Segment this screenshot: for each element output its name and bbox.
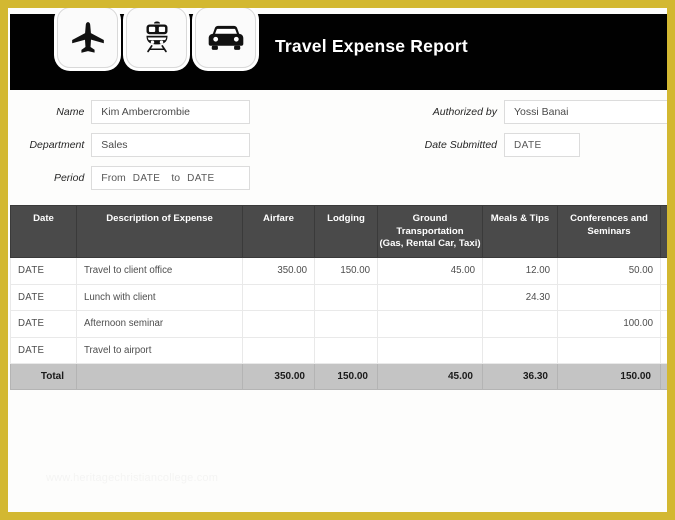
conferences-header-line-2: Seminars: [559, 226, 659, 239]
header-band: Travel Expense Report: [10, 14, 667, 90]
name-label: Name: [8, 106, 91, 118]
column-header-meals-tips: Meals & Tips: [483, 206, 558, 258]
total-tail: [661, 364, 668, 390]
cell-meals[interactable]: 12.00: [483, 258, 558, 285]
column-header-airfare: Airfare: [243, 206, 315, 258]
name-input[interactable]: Kim Ambercrombie: [91, 100, 250, 124]
ground-header-line-2: Transportation: [379, 226, 481, 239]
cell-airfare[interactable]: [243, 284, 315, 311]
cell-ground[interactable]: 45.00: [378, 258, 483, 285]
column-header-date: Date: [11, 206, 77, 258]
cell-airfare[interactable]: 350.00: [243, 258, 315, 285]
cell-date[interactable]: DATE: [11, 258, 77, 285]
cell-ground[interactable]: [378, 311, 483, 338]
total-airfare: 350.00: [243, 364, 315, 390]
cell-conferences[interactable]: [558, 284, 661, 311]
total-ground: 45.00: [378, 364, 483, 390]
column-header-ground-transportation: Ground Transportation (Gas, Rental Car, …: [378, 206, 483, 258]
authorized-by-label: Authorized by: [407, 106, 504, 118]
period-from-input[interactable]: DATE: [133, 173, 161, 184]
total-conferences: 150.00: [558, 364, 661, 390]
column-header-tail: [661, 206, 668, 258]
cell-tail[interactable]: [661, 337, 668, 364]
column-header-description: Description of Expense: [77, 206, 243, 258]
cell-description[interactable]: Travel to client office: [77, 258, 243, 285]
table-row[interactable]: DATE Travel to airport: [11, 337, 668, 364]
period-to-input[interactable]: DATE: [187, 173, 215, 184]
table-row[interactable]: DATE Travel to client office 350.00 150.…: [11, 258, 668, 285]
cell-conferences[interactable]: 50.00: [558, 258, 661, 285]
table-body: DATE Travel to client office 350.00 150.…: [11, 258, 668, 364]
airplane-icon-tile: [57, 8, 118, 68]
table-row[interactable]: DATE Lunch with client 24.30: [11, 284, 668, 311]
train-icon-tile: [126, 8, 187, 68]
cell-date[interactable]: DATE: [11, 337, 77, 364]
cell-conferences[interactable]: [558, 337, 661, 364]
cell-tail[interactable]: [661, 258, 668, 285]
cell-airfare[interactable]: [243, 337, 315, 364]
total-description: [77, 364, 243, 390]
total-label: Total: [11, 364, 77, 390]
column-header-lodging: Lodging: [315, 206, 378, 258]
cell-lodging[interactable]: [315, 337, 378, 364]
cell-meals[interactable]: [483, 311, 558, 338]
cell-tail[interactable]: [661, 284, 668, 311]
ground-header-line-1: Ground: [379, 213, 481, 226]
watermark: www.heritagechristiancollege.com: [46, 472, 218, 484]
cell-meals[interactable]: 24.30: [483, 284, 558, 311]
cell-ground[interactable]: [378, 337, 483, 364]
date-submitted-input[interactable]: DATE: [504, 133, 580, 157]
airplane-icon: [69, 19, 107, 57]
table-header: Date Description of Expense Airfare Lodg…: [11, 206, 668, 258]
department-label: Department: [8, 139, 91, 151]
period-input[interactable]: From DATE to DATE: [91, 166, 250, 190]
table-header-row: Date Description of Expense Airfare Lodg…: [11, 206, 668, 258]
period-field-row: Period From DATE to DATE: [8, 166, 250, 190]
cell-lodging[interactable]: 150.00: [315, 258, 378, 285]
total-lodging: 150.00: [315, 364, 378, 390]
expense-table: Date Description of Expense Airfare Lodg…: [10, 205, 667, 390]
cell-lodging[interactable]: [315, 284, 378, 311]
car-icon-tile: [195, 8, 256, 68]
page-title: Travel Expense Report: [275, 36, 468, 57]
car-icon: [206, 23, 246, 53]
name-field-row: Name Kim Ambercrombie: [8, 100, 250, 124]
transport-icon-row: [57, 8, 256, 68]
cell-description[interactable]: Lunch with client: [77, 284, 243, 311]
cell-date[interactable]: DATE: [11, 311, 77, 338]
cell-description[interactable]: Travel to airport: [77, 337, 243, 364]
cell-meals[interactable]: [483, 337, 558, 364]
table-row[interactable]: DATE Afternoon seminar 100.00: [11, 311, 668, 338]
cell-description[interactable]: Afternoon seminar: [77, 311, 243, 338]
cell-date[interactable]: DATE: [11, 284, 77, 311]
report-page: Travel Expense Report Name Kim Ambercrom…: [8, 8, 667, 512]
cell-conferences[interactable]: 100.00: [558, 311, 661, 338]
ground-header-line-3: (Gas, Rental Car, Taxi): [379, 238, 481, 251]
conferences-header-line-1: Conferences and: [559, 213, 659, 226]
cell-tail[interactable]: [661, 311, 668, 338]
column-header-conferences-seminars: Conferences and Seminars: [558, 206, 661, 258]
date-submitted-label: Date Submitted: [407, 139, 504, 151]
train-icon: [140, 20, 174, 56]
table-footer: Total 350.00 150.00 45.00 36.30 150.00: [11, 364, 668, 390]
total-meals: 36.30: [483, 364, 558, 390]
date-submitted-field-row: Date Submitted DATE: [407, 133, 580, 157]
cell-lodging[interactable]: [315, 311, 378, 338]
cell-airfare[interactable]: [243, 311, 315, 338]
authorized-by-field-row: Authorized by Yossi Banai: [407, 100, 667, 124]
total-row: Total 350.00 150.00 45.00 36.30 150.00: [11, 364, 668, 390]
period-to-keyword: to: [171, 172, 180, 184]
authorized-by-input[interactable]: Yossi Banai: [504, 100, 667, 124]
cell-ground[interactable]: [378, 284, 483, 311]
period-from-keyword: From: [101, 172, 126, 184]
department-input[interactable]: Sales: [91, 133, 250, 157]
period-label: Period: [8, 172, 91, 184]
department-field-row: Department Sales: [8, 133, 250, 157]
